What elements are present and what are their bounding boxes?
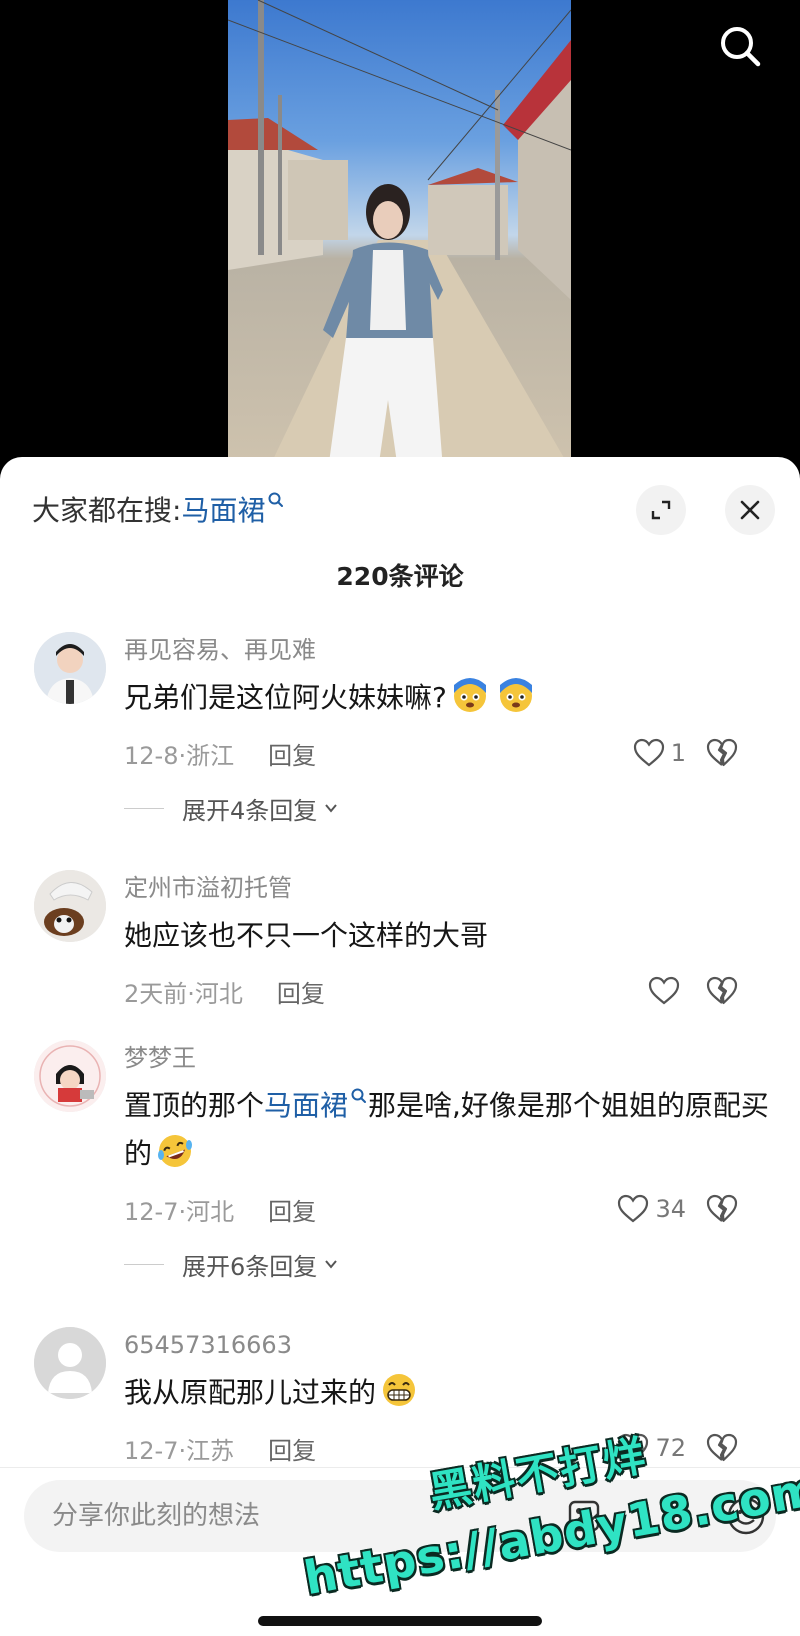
like-count: 72	[655, 1434, 686, 1462]
reply-button[interactable]: 回复	[268, 1431, 316, 1466]
comment-text: 置顶的那个马面裙 那是啥,好像是那个姐姐的原配买的	[124, 1082, 770, 1178]
comment-meta: 2天前·河北 回复	[124, 966, 770, 1016]
trending-prefix: 大家都在搜:	[32, 494, 182, 527]
keyword-link[interactable]: 马面裙	[264, 1089, 348, 1122]
comment-list: 再见容易、再见难 兄弟们是这位阿火妹妹嘛? 12-8·浙江 回复 1 展开4条回…	[0, 632, 800, 1527]
like-button[interactable]: 1	[633, 733, 686, 773]
comment-text-body: 兄弟们是这位阿火妹妹嘛?	[124, 681, 447, 714]
trending-keyword-link[interactable]: 马面裙	[181, 489, 265, 529]
comment-item: 梦梦王 置顶的那个马面裙 那是啥,好像是那个姐姐的原配买的 12-7·河北 回复 …	[0, 1040, 800, 1327]
close-button[interactable]	[725, 485, 775, 535]
dislike-button[interactable]	[706, 733, 738, 773]
heart-icon	[618, 1194, 649, 1223]
worried-face-emoji	[453, 678, 486, 712]
broken-heart-icon	[706, 976, 738, 1005]
home-indicator[interactable]	[258, 1616, 542, 1626]
grinning-emoji	[383, 1374, 416, 1406]
comment-date: 12-7·河北	[124, 1197, 235, 1226]
comment-text-body: 她应该也不只一个这样的大哥	[124, 919, 489, 952]
comment-username[interactable]: 定州市溢初托管	[124, 870, 770, 906]
comment-text-body: 我从原配那儿过来的	[124, 1376, 377, 1409]
expand-button[interactable]	[636, 485, 686, 535]
comment-username[interactable]: 再见容易、再见难	[124, 632, 770, 668]
avatar[interactable]	[34, 632, 106, 704]
search-icon	[268, 492, 284, 507]
expand-replies-button[interactable]: 展开4条回复	[124, 786, 770, 830]
rolling-laughing-emoji	[158, 1135, 193, 1167]
comment-username[interactable]: 梦梦王	[124, 1040, 770, 1076]
video-frame[interactable]	[228, 0, 571, 470]
dislike-button[interactable]	[706, 1189, 738, 1229]
reply-button[interactable]: 回复	[268, 736, 316, 771]
expand-replies-label: 展开6条回复	[182, 1252, 318, 1281]
divider	[124, 807, 164, 809]
avatar[interactable]	[34, 870, 106, 942]
chevron-down-icon	[325, 1260, 338, 1269]
reply-button[interactable]: 回复	[268, 1192, 316, 1227]
comment-date: 12-8·浙江	[124, 741, 235, 770]
expand-icon	[651, 500, 671, 520]
comment-text: 她应该也不只一个这样的大哥	[124, 912, 770, 960]
avatar[interactable]	[34, 1040, 106, 1112]
like-count: 1	[670, 739, 686, 767]
divider	[124, 1263, 164, 1265]
comment-date: 12-7·江苏	[124, 1436, 235, 1465]
reply-button[interactable]: 回复	[277, 974, 325, 1009]
broken-heart-icon	[706, 1433, 738, 1462]
like-button[interactable]: 34	[617, 1189, 686, 1229]
like-button[interactable]	[648, 971, 686, 1011]
search-icon	[351, 1088, 367, 1103]
video-player[interactable]	[0, 0, 800, 470]
broken-heart-icon	[706, 738, 738, 767]
expand-replies-button[interactable]: 展开6条回复	[124, 1242, 770, 1286]
comment-username[interactable]: 65457316663	[124, 1327, 770, 1363]
comment-item: 定州市溢初托管 她应该也不只一个这样的大哥 2天前·河北 回复	[0, 870, 800, 1040]
dislike-button[interactable]	[706, 971, 738, 1011]
comment-date: 2天前·河北	[124, 979, 243, 1008]
comment-count: 220条评论	[336, 562, 464, 591]
heart-icon	[633, 738, 664, 767]
comment-text: 我从原配那儿过来的	[124, 1369, 770, 1417]
chevron-down-icon	[325, 804, 338, 813]
heart-icon	[648, 976, 680, 1005]
avatar[interactable]	[34, 1327, 106, 1399]
comment-meta: 12-8·浙江 回复 1	[124, 728, 770, 778]
expand-replies-label: 展开4条回复	[182, 796, 318, 825]
video-scene	[228, 0, 571, 470]
dislike-button[interactable]	[706, 1428, 738, 1468]
comment-meta: 12-7·河北 回复 34	[124, 1184, 770, 1234]
close-icon	[740, 500, 760, 520]
comment-sheet: 大家都在搜: 马面裙 220条评论 再见容易、再见难 兄弟们是这位阿火妹妹嘛? …	[0, 457, 800, 1636]
trending-search: 大家都在搜: 马面裙	[32, 487, 285, 531]
comment-text: 兄弟们是这位阿火妹妹嘛?	[124, 674, 770, 722]
search-button[interactable]	[712, 18, 768, 74]
comment-text-before: 置顶的那个	[124, 1089, 265, 1122]
search-icon	[721, 27, 761, 67]
worried-face-emoji	[499, 678, 532, 712]
comment-item: 再见容易、再见难 兄弟们是这位阿火妹妹嘛? 12-8·浙江 回复 1 展开4条回…	[0, 632, 800, 870]
broken-heart-icon	[706, 1194, 738, 1223]
comment-input[interactable]	[52, 1501, 492, 1531]
like-count: 34	[655, 1195, 686, 1223]
